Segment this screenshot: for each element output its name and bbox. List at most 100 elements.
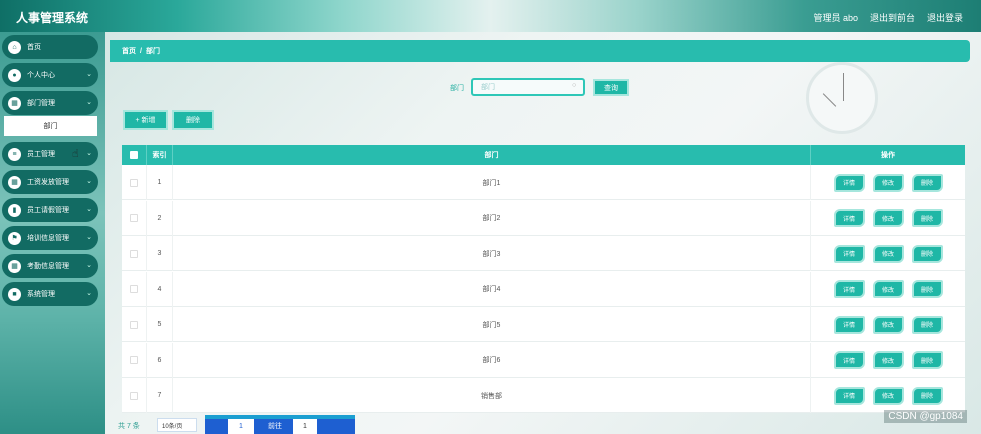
detail-button[interactable]: 详情 — [833, 209, 865, 227]
grid-icon: ▦ — [8, 96, 21, 110]
edit-button[interactable]: 修改 — [872, 209, 904, 227]
detail-button[interactable]: 详情 — [833, 173, 865, 192]
detail-button[interactable]: 详情 — [833, 280, 865, 298]
admin-user-link[interactable]: 管理员 abo — [813, 11, 858, 24]
row-dept: 部门5 — [172, 307, 810, 342]
sidebar: ⌂ 首页 ● 个人中心 ⌄ ▦ 部门管理 ⌄ 部门 ≡ 员工管理 ⌄ ▦ 工资发… — [0, 32, 105, 434]
row-index: 4 — [146, 271, 172, 307]
sidebar-item-salary[interactable]: ▦ 工资发放管理 ⌄ — [2, 170, 98, 194]
sidebar-item-label: 员工管理 — [27, 151, 55, 158]
table-row: 4 部门4 详情 修改 删除 — [122, 271, 965, 307]
row-checkbox[interactable] — [122, 307, 146, 342]
app-title: 人事管理系统 — [16, 11, 89, 25]
sidebar-subitem-dept[interactable]: 部门 — [4, 116, 97, 136]
delete-button[interactable]: 删除 — [911, 315, 943, 334]
delete-button[interactable]: 删除 — [911, 280, 943, 298]
row-checkbox[interactable] — [122, 201, 146, 236]
select-all-checkbox[interactable] — [122, 145, 146, 165]
sidebar-item-label: 培训信息管理 — [27, 235, 69, 242]
edit-button[interactable]: 修改 — [872, 244, 904, 263]
goto-page-input[interactable]: 1 — [293, 419, 317, 434]
detail-button[interactable]: 详情 — [833, 351, 865, 369]
checkbox-box — [130, 285, 138, 293]
row-dept: 部门3 — [172, 236, 810, 271]
edit-button[interactable]: 修改 — [872, 173, 904, 192]
search-label: 部门 — [450, 85, 464, 92]
list-icon: ≡ — [8, 147, 21, 161]
table-row: 3 部门3 详情 修改 删除 — [122, 236, 965, 271]
dept-search-input[interactable] — [471, 78, 585, 96]
chevron-down-icon: ⌄ — [86, 150, 92, 157]
logout-link[interactable]: 退出登录 — [927, 11, 963, 24]
checkbox-box — [130, 249, 138, 258]
col-header-index: 索引 — [146, 145, 172, 165]
delete-button[interactable]: 删除 — [911, 351, 943, 369]
table-row: 2 部门2 详情 修改 删除 — [122, 200, 965, 236]
breadcrumb-home[interactable]: 首页 — [122, 46, 136, 56]
chevron-down-icon: ⌄ — [86, 234, 92, 241]
table-row: 5 部门5 详情 修改 删除 — [122, 307, 965, 342]
detail-button[interactable]: 详情 — [833, 315, 865, 334]
detail-button[interactable]: 详情 — [833, 386, 865, 405]
goto-label: 前往 — [268, 423, 282, 430]
batch-delete-button[interactable]: 删除 — [172, 110, 214, 130]
sidebar-item-leave[interactable]: ▮ 员工请假管理 ⌄ — [2, 198, 98, 222]
add-button[interactable]: + 新增 — [123, 110, 168, 130]
delete-button[interactable]: 删除 — [911, 386, 943, 405]
row-checkbox[interactable] — [122, 165, 146, 200]
row-checkbox[interactable] — [122, 378, 146, 413]
sidebar-item-label: 部门管理 — [27, 100, 55, 107]
sidebar-item-system[interactable]: ■ 系统管理 ⌄ — [2, 282, 98, 306]
top-links: 管理员 abo 退出到前台 退出登录 — [813, 11, 963, 24]
checkbox-box — [130, 178, 138, 187]
row-actions: 详情 修改 删除 — [810, 200, 965, 236]
delete-button[interactable]: 删除 — [911, 209, 943, 227]
sidebar-item-dept[interactable]: ▦ 部门管理 ⌄ — [2, 91, 98, 115]
breadcrumb-separator: / — [140, 47, 142, 55]
detail-button[interactable]: 详情 — [833, 244, 865, 263]
checkbox-box — [130, 320, 138, 329]
row-checkbox[interactable] — [122, 343, 146, 378]
table-header: 索引 部门 操作 — [122, 145, 965, 165]
table-row: 1 部门1 详情 修改 删除 — [122, 165, 965, 200]
chevron-down-icon: ⌄ — [86, 71, 92, 78]
search-button[interactable]: 查询 — [593, 79, 629, 96]
delete-button[interactable]: 删除 — [911, 173, 943, 192]
edit-button[interactable]: 修改 — [872, 351, 904, 369]
col-header-dept: 部门 — [172, 145, 810, 165]
page-size-select[interactable]: 10条/页 — [157, 418, 197, 432]
exit-to-front-link[interactable]: 退出到前台 — [870, 11, 915, 24]
delete-button[interactable]: 删除 — [911, 244, 943, 263]
checkbox-box — [130, 356, 138, 364]
sidebar-item-home[interactable]: ⌂ 首页 — [2, 35, 98, 59]
sidebar-item-employee[interactable]: ≡ 员工管理 ⌄ — [2, 142, 98, 166]
user-icon: ● — [8, 68, 21, 82]
row-actions: 详情 修改 删除 — [810, 236, 965, 271]
edit-button[interactable]: 修改 — [872, 315, 904, 334]
breadcrumb: 首页 / 部门 — [110, 40, 970, 62]
current-page-button[interactable]: 1 — [228, 419, 254, 434]
top-header: 人事管理系统 管理员 abo 退出到前台 退出登录 — [0, 0, 981, 32]
sidebar-item-training[interactable]: ⚑ 培训信息管理 ⌄ — [2, 226, 98, 250]
sidebar-item-label: 个人中心 — [27, 72, 55, 79]
chevron-down-icon: ⌄ — [86, 262, 92, 269]
row-index: 2 — [146, 200, 172, 236]
row-checkbox[interactable] — [122, 272, 146, 307]
grid-icon: ▦ — [8, 175, 21, 189]
sidebar-item-label: 首页 — [27, 44, 41, 51]
table-row: 7 销售部 详情 修改 删除 — [122, 378, 965, 413]
chevron-down-icon: ⌄ — [86, 290, 92, 297]
edit-button[interactable]: 修改 — [872, 280, 904, 298]
row-checkbox[interactable] — [122, 236, 146, 271]
home-icon: ⌂ — [8, 40, 21, 54]
edit-button[interactable]: 修改 — [872, 386, 904, 405]
watermark: CSDN @gp1084 — [884, 410, 967, 423]
sidebar-item-attendance[interactable]: ▦ 考勤信息管理 ⌄ — [2, 254, 98, 278]
checkbox-box — [130, 214, 138, 222]
checkbox-box — [130, 151, 138, 159]
breadcrumb-current: 部门 — [145, 48, 160, 55]
sidebar-item-personal[interactable]: ● 个人中心 ⌄ — [2, 63, 98, 87]
clear-icon[interactable]: ○ — [572, 82, 576, 89]
chart-icon: ▮ — [8, 203, 21, 217]
row-index: 5 — [146, 307, 172, 342]
